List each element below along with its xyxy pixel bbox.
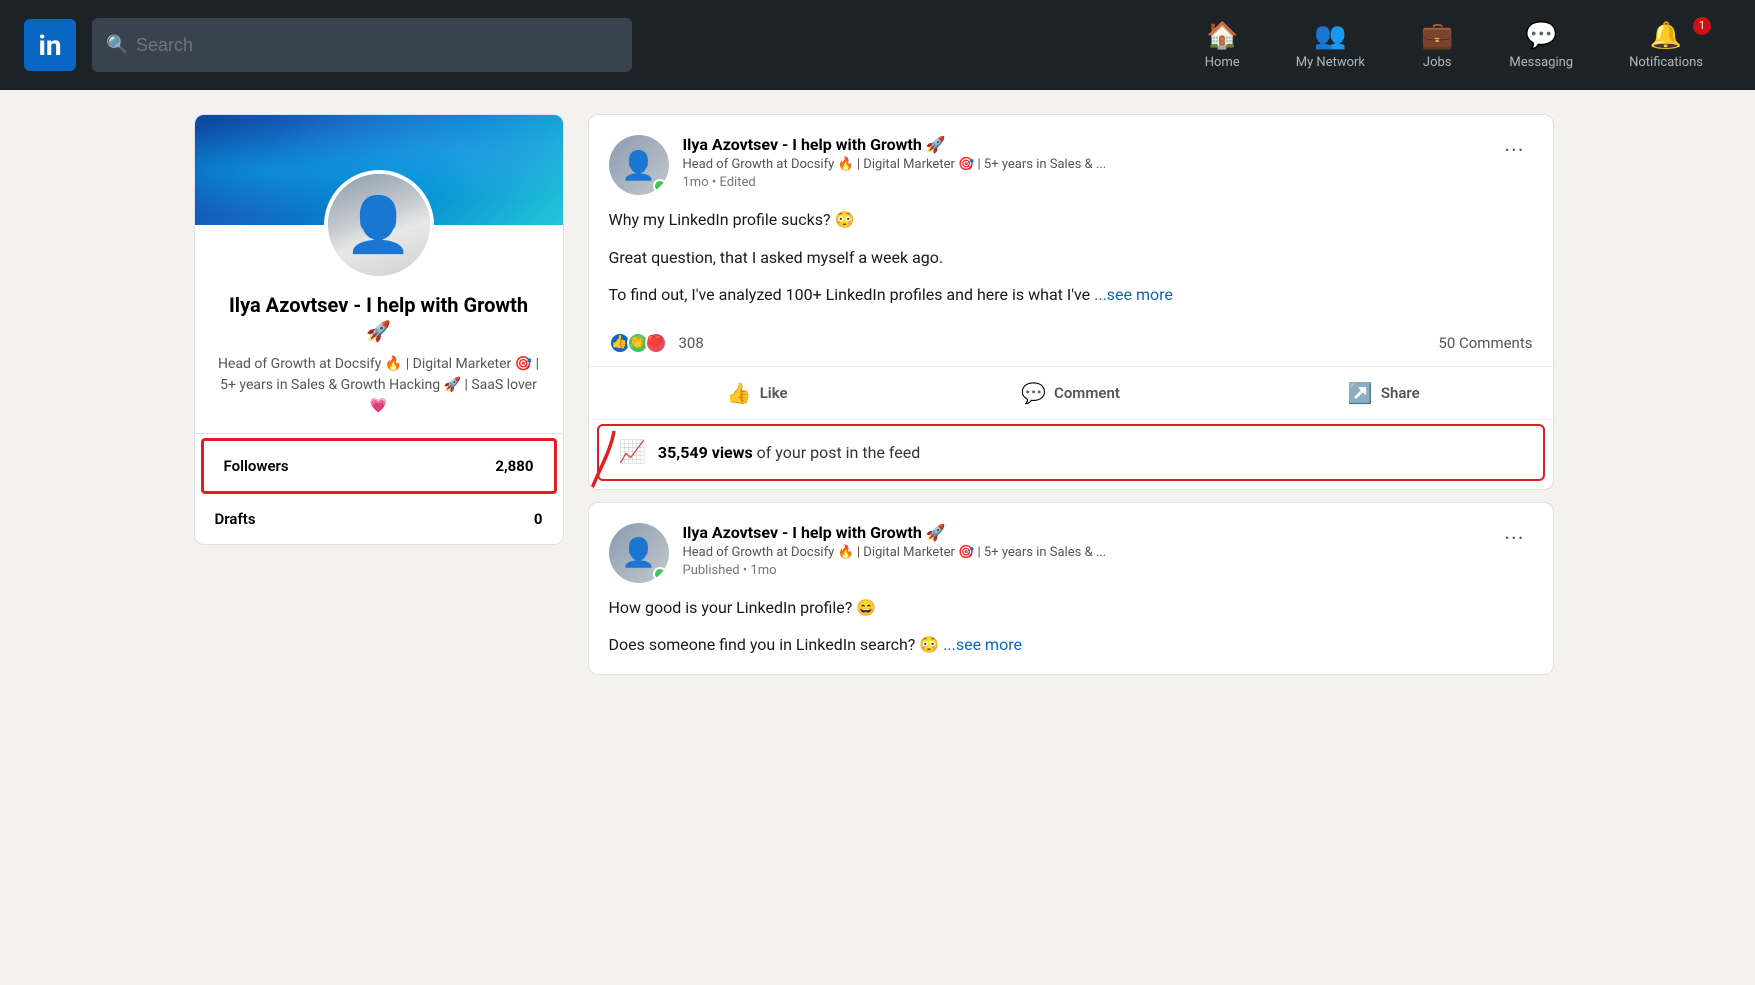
followers-stat-row[interactable]: Followers 2,880 xyxy=(201,438,557,494)
like-button-icon: 👍 xyxy=(727,381,752,405)
post2-line-1: How good is your LinkedIn profile? 😄 xyxy=(609,595,1533,621)
post2-line-2: Does someone find you in LinkedIn search… xyxy=(609,632,1533,658)
comment-button-icon: 💬 xyxy=(1021,381,1046,405)
notification-badge: 1 xyxy=(1693,17,1711,35)
online-indicator xyxy=(653,179,667,193)
network-icon: 👥 xyxy=(1314,21,1346,51)
post-header-2: 👤 Ilya Azovtsev - I help with Growth 🚀 H… xyxy=(589,503,1553,595)
post-avatar-2: 👤 xyxy=(609,523,669,583)
linkedin-logo[interactable]: in xyxy=(24,19,76,71)
messaging-icon: 💬 xyxy=(1525,21,1557,51)
avatar: 👤 xyxy=(324,170,434,280)
post-avatar-figure: 👤 xyxy=(621,149,656,182)
nav-item-messaging[interactable]: 💬 Messaging xyxy=(1481,21,1601,70)
post-content-1: Why my LinkedIn profile sucks? 😳 Great q… xyxy=(589,207,1553,324)
post-avatar-1: 👤 xyxy=(609,135,669,195)
drafts-label: Drafts xyxy=(215,510,256,528)
post-reactions-1: 👍 👏 ❤️ 308 50 Comments xyxy=(589,324,1553,367)
feed: 👤 Ilya Azovtsev - I help with Growth 🚀 H… xyxy=(588,114,1554,687)
avatar-figure: 👤 xyxy=(345,194,412,257)
post-meta-1: 1mo • Edited xyxy=(683,175,1483,190)
comment-button-1[interactable]: 💬 Comment xyxy=(914,371,1227,415)
love-reaction-icon: ❤️ xyxy=(645,332,667,354)
post-author-desc-1: Head of Growth at Docsify 🔥 | Digital Ma… xyxy=(683,157,1483,172)
post-views-banner[interactable]: 📈 35,549 views of your post in the feed xyxy=(597,424,1545,481)
nav-item-jobs[interactable]: 💼 Jobs xyxy=(1393,21,1481,70)
post-avatar-figure-2: 👤 xyxy=(621,536,656,569)
nav-network-label: My Network xyxy=(1296,55,1365,70)
post-line-2: Great question, that I asked myself a we… xyxy=(609,245,1533,271)
followers-label: Followers xyxy=(224,457,289,475)
main-layout: 👤 Ilya Azovtsev - I help with Growth 🚀 H… xyxy=(178,90,1578,711)
post-author-info-1: Ilya Azovtsev - I help with Growth 🚀 Hea… xyxy=(683,135,1483,190)
post-line-1: Why my LinkedIn profile sucks? 😳 xyxy=(609,207,1533,233)
post-card-1: 👤 Ilya Azovtsev - I help with Growth 🚀 H… xyxy=(588,114,1554,490)
nav-item-home[interactable]: 🏠 Home xyxy=(1177,21,1268,70)
nav-items: 🏠 Home 👥 My Network 💼 Jobs 💬 Messaging 1… xyxy=(1177,21,1731,70)
post-more-button-2[interactable]: ··· xyxy=(1496,523,1532,556)
profile-card: 👤 Ilya Azovtsev - I help with Growth 🚀 H… xyxy=(194,114,564,545)
reaction-icons: 👍 👏 ❤️ xyxy=(609,332,663,354)
navbar: in 🔍 🏠 Home 👥 My Network 💼 Jobs 💬 Messag… xyxy=(0,0,1755,90)
post-author-info-2: Ilya Azovtsev - I help with Growth 🚀 Hea… xyxy=(683,523,1483,578)
like-button-1[interactable]: 👍 Like xyxy=(601,371,914,415)
share-button-icon: ↗️ xyxy=(1348,381,1373,405)
nav-home-label: Home xyxy=(1205,55,1240,70)
see-more-link-1[interactable]: ...see more xyxy=(1094,285,1173,304)
home-icon: 🏠 xyxy=(1206,21,1238,51)
post-author-name-2[interactable]: Ilya Azovtsev - I help with Growth 🚀 xyxy=(683,523,1483,542)
profile-stats: Followers 2,880 Drafts 0 xyxy=(195,433,563,544)
drafts-count: 0 xyxy=(534,510,543,528)
like-button-label: Like xyxy=(760,384,788,402)
notification-bell-icon: 🔔 xyxy=(1650,21,1682,51)
nav-jobs-label: Jobs xyxy=(1423,55,1452,70)
sidebar: 👤 Ilya Azovtsev - I help with Growth 🚀 H… xyxy=(194,114,564,687)
search-input[interactable] xyxy=(92,18,632,72)
see-more-link-2[interactable]: ...see more xyxy=(943,635,1022,654)
nav-notifications-label: Notifications xyxy=(1629,55,1703,70)
search-icon: 🔍 xyxy=(106,35,128,56)
profile-description: Head of Growth at Docsify 🔥 | Digital Ma… xyxy=(215,354,543,417)
jobs-icon: 💼 xyxy=(1421,21,1453,51)
comments-count-1[interactable]: 50 Comments xyxy=(1438,334,1532,352)
search-container: 🔍 xyxy=(92,18,632,72)
post-actions-1: 👍 Like 💬 Comment ↗️ Share xyxy=(589,367,1553,420)
views-text: 35,549 views of your post in the feed xyxy=(658,443,920,462)
views-chart-icon: 📈 xyxy=(619,440,646,465)
post-author-desc-2: Head of Growth at Docsify 🔥 | Digital Ma… xyxy=(683,545,1483,560)
post-content-2: How good is your LinkedIn profile? 😄 Doe… xyxy=(589,595,1553,674)
post-author-name-1[interactable]: Ilya Azovtsev - I help with Growth 🚀 xyxy=(683,135,1483,154)
post-more-button-1[interactable]: ··· xyxy=(1496,135,1532,168)
post-card-2: 👤 Ilya Azovtsev - I help with Growth 🚀 H… xyxy=(588,502,1554,675)
nav-item-network[interactable]: 👥 My Network xyxy=(1268,21,1393,70)
post-meta-2: Published • 1mo xyxy=(683,563,1483,578)
nav-messaging-label: Messaging xyxy=(1509,55,1573,70)
profile-name: Ilya Azovtsev - I help with Growth 🚀 xyxy=(215,292,543,344)
reaction-count-1: 308 xyxy=(679,334,704,352)
share-button-label: Share xyxy=(1381,384,1420,402)
drafts-stat-row[interactable]: Drafts 0 xyxy=(195,498,563,544)
post-line-3: To find out, I've analyzed 100+ LinkedIn… xyxy=(609,282,1533,308)
views-section: 📈 35,549 views of your post in the feed xyxy=(589,424,1553,481)
post-header-1: 👤 Ilya Azovtsev - I help with Growth 🚀 H… xyxy=(589,115,1553,207)
comment-button-label: Comment xyxy=(1054,384,1120,402)
nav-item-notifications[interactable]: 1 🔔 Notifications xyxy=(1601,21,1731,70)
online-indicator-2 xyxy=(653,567,667,581)
share-button-1[interactable]: ↗️ Share xyxy=(1227,371,1540,415)
followers-count: 2,880 xyxy=(495,457,533,475)
profile-info: Ilya Azovtsev - I help with Growth 🚀 Hea… xyxy=(195,292,563,433)
